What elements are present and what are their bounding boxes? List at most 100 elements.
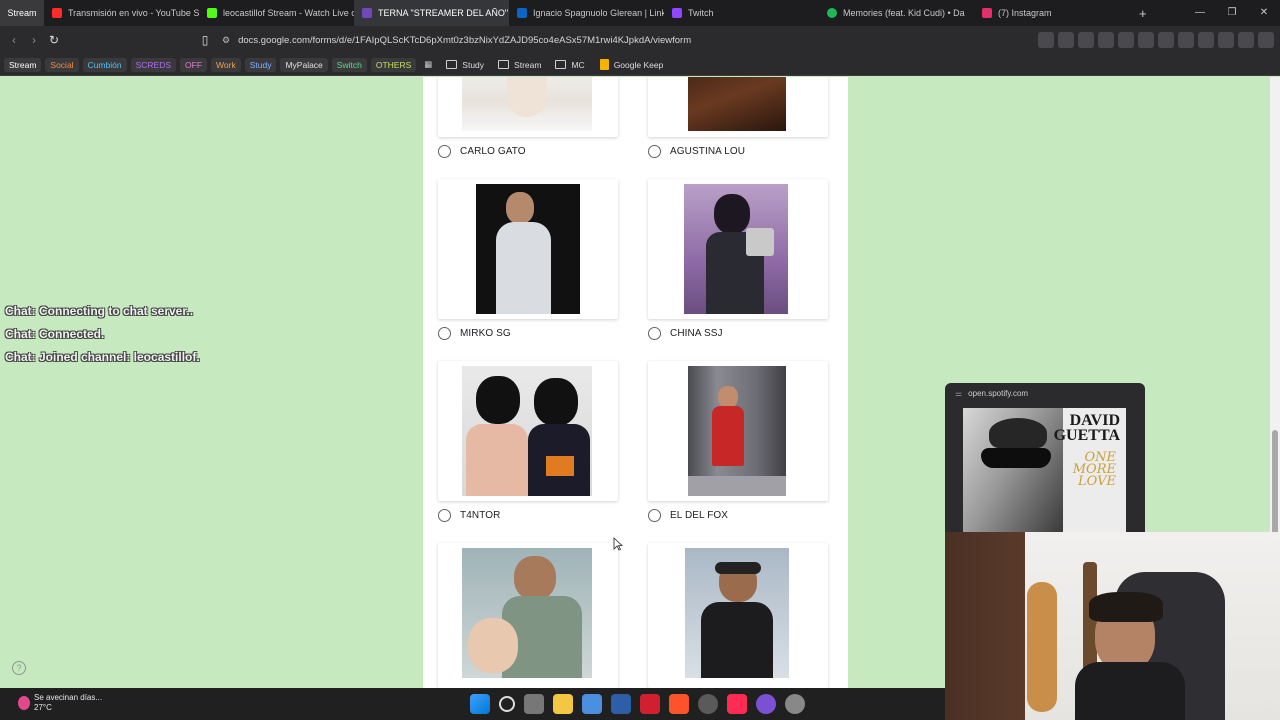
extension-icon[interactable]	[1098, 32, 1114, 48]
extension-icon[interactable]	[1078, 32, 1094, 48]
extension-icon[interactable]	[1058, 32, 1074, 48]
bookmark-google-keep[interactable]: Google Keep	[595, 57, 669, 72]
tab-stream-profile[interactable]: Stream	[0, 0, 44, 26]
radio-button[interactable]	[648, 327, 661, 340]
option-china-ssj[interactable]: CHINA SSJ	[648, 327, 723, 340]
tab-kick[interactable]: leocastillof Stream - Watch Live on	[199, 0, 354, 26]
bookmark-off[interactable]: OFF	[180, 57, 208, 72]
bookmark-others[interactable]: OTHERS	[370, 57, 417, 72]
bookmark-folder-stream[interactable]: Stream	[494, 60, 547, 70]
option-label: AGUSTINA LOU	[670, 146, 746, 157]
option-image-card	[438, 361, 618, 501]
option-image-card	[438, 543, 618, 688]
new-tab-button[interactable]: +	[1139, 6, 1147, 21]
menu-icon[interactable]	[1258, 32, 1274, 48]
windows-start-icon[interactable]	[470, 694, 490, 714]
tiktok-icon[interactable]	[727, 694, 747, 714]
weather-text: Se avecinan días...	[34, 693, 103, 702]
option-image-card	[648, 361, 828, 501]
bookmark-work[interactable]: Work	[211, 57, 241, 72]
tab-instagram[interactable]: (7) Instagram	[974, 0, 1129, 26]
pip-source: open.spotify.com	[968, 388, 1029, 398]
option-mirko-sg[interactable]: MIRKO SG	[438, 327, 511, 340]
apps-grid-icon[interactable]: ▦	[420, 59, 438, 70]
tab-spotify[interactable]: Memories (feat. Kid Cudi) • Da	[819, 0, 974, 26]
media-icon[interactable]	[1158, 32, 1174, 48]
tab-google-form[interactable]: TERNA "STREAMER DEL AÑO" ✕	[354, 0, 509, 26]
radio-button[interactable]	[648, 509, 661, 522]
youtube-icon	[52, 8, 62, 18]
option-photo	[462, 548, 592, 678]
obs-icon[interactable]	[698, 694, 718, 714]
tab-label: Transmisión en vivo - YouTube Stu	[68, 8, 199, 18]
radio-button[interactable]	[438, 145, 451, 158]
extension-icon[interactable]	[1118, 32, 1134, 48]
tab-youtube-studio[interactable]: Transmisión en vivo - YouTube Stu	[44, 0, 199, 26]
option-photo	[688, 366, 786, 496]
bookmark-switch[interactable]: Switch	[331, 57, 367, 72]
minimize-icon[interactable]: —	[1184, 0, 1216, 26]
task-view-icon[interactable]	[524, 694, 544, 714]
radio-button[interactable]	[438, 327, 451, 340]
app-icon[interactable]	[640, 694, 660, 714]
kick-icon	[207, 8, 217, 18]
option-photo	[462, 77, 592, 131]
option-el-del-fox[interactable]: EL DEL FOX	[648, 509, 728, 522]
bookmark-page-icon[interactable]: ▯	[195, 33, 215, 47]
navigation-bar: ‹ › ↻ ▯ ⚙ docs.google.com/forms/d/e/1FAI…	[0, 26, 1280, 54]
tab-label: Ignacio Spagnuolo Glerean | Linke	[533, 8, 664, 18]
help-icon[interactable]: ?	[12, 661, 26, 675]
option-image-card	[648, 543, 828, 688]
bookmark-stream[interactable]: Stream	[4, 57, 42, 72]
tab-label: leocastillof Stream - Watch Live on	[223, 8, 354, 18]
close-window-icon[interactable]: ✕	[1248, 0, 1280, 26]
radio-button[interactable]	[438, 509, 451, 522]
pip-settings-icon[interactable]: ⚌	[955, 389, 962, 398]
vpn-icon[interactable]	[1238, 32, 1254, 48]
extension-icon[interactable]	[1138, 32, 1154, 48]
option-carlo-gato[interactable]: CARLO GATO	[438, 145, 526, 158]
windows-taskbar: Se avecinan días... 27°C	[0, 688, 945, 720]
restore-icon[interactable]: ❐	[1216, 0, 1248, 26]
option-image-card	[438, 77, 618, 137]
app-icon[interactable]	[611, 694, 631, 714]
taskbar-apps	[470, 694, 805, 714]
instagram-icon	[982, 8, 992, 18]
tab-twitch[interactable]: Twitch	[664, 0, 819, 26]
extensions-toolbar	[1038, 32, 1274, 48]
app-icon[interactable]	[756, 694, 776, 714]
settings-icon[interactable]	[785, 694, 805, 714]
sidebar-icon[interactable]	[1178, 32, 1194, 48]
search-icon[interactable]	[499, 696, 515, 712]
forward-icon[interactable]: ›	[24, 33, 44, 47]
address-bar[interactable]: ⚙ docs.google.com/forms/d/e/1FAIpQLScKTc…	[222, 30, 942, 50]
site-info-icon[interactable]: ⚙	[222, 35, 230, 46]
brave-browser-icon[interactable]	[669, 694, 689, 714]
mouse-cursor-icon	[613, 537, 623, 551]
weather-widget[interactable]: Se avecinan días... 27°C	[18, 693, 102, 713]
store-icon[interactable]	[582, 694, 602, 714]
back-icon[interactable]: ‹	[4, 33, 24, 47]
bookmark-mypalace[interactable]: MyPalace	[280, 57, 328, 72]
file-explorer-icon[interactable]	[553, 694, 573, 714]
google-keep-icon	[599, 59, 609, 70]
wallet-icon[interactable]	[1198, 32, 1214, 48]
option-t4ntor[interactable]: T4NTOR	[438, 509, 500, 522]
reload-icon[interactable]: ↻	[44, 33, 64, 47]
bookmark-cumbion[interactable]: Cumbión	[82, 57, 127, 72]
extension-icon[interactable]	[1038, 32, 1054, 48]
tab-linkedin[interactable]: Ignacio Spagnuolo Glerean | Linke	[509, 0, 664, 26]
bookmark-screds[interactable]: SCREDS	[130, 57, 177, 72]
option-agustina-lou[interactable]: AGUSTINA LOU	[648, 145, 745, 158]
bookmark-folder-mc[interactable]: MC	[551, 60, 590, 70]
radio-button[interactable]	[648, 145, 661, 158]
leo-ai-icon[interactable]	[1218, 32, 1234, 48]
folder-icon	[498, 60, 510, 69]
tab-strip: Stream Transmisión en vivo - YouTube Stu…	[0, 0, 1280, 26]
album-artist: DAVID GUETTA	[1053, 412, 1120, 444]
folder-icon	[555, 60, 567, 69]
album-title: ONE MORE LOVE	[1072, 450, 1116, 489]
bookmark-social[interactable]: Social	[45, 57, 79, 72]
bookmark-folder-study[interactable]: Study	[442, 60, 490, 70]
bookmark-study[interactable]: Study	[244, 57, 277, 72]
